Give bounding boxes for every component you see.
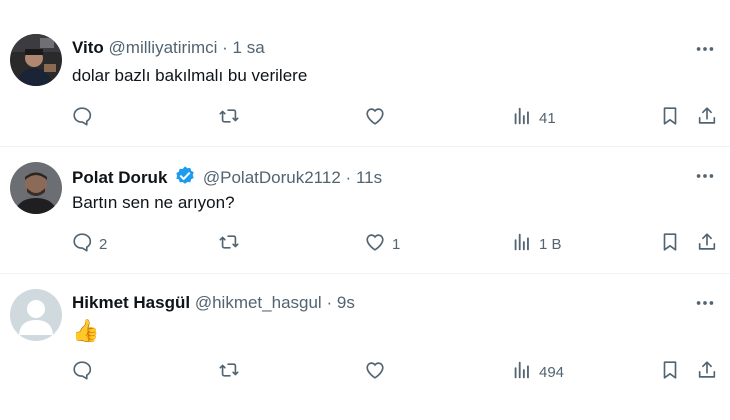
views-button[interactable]: 41 [511, 106, 556, 130]
bookmark-button[interactable] [659, 106, 681, 130]
reply-icon [71, 231, 93, 258]
reply-button[interactable] [71, 106, 99, 130]
share-button[interactable] [696, 360, 718, 384]
views-icon [511, 105, 533, 132]
more-icon[interactable] [694, 292, 716, 314]
tweet-1[interactable]: Vito @milliyatirimci · 1 sa dolar bazlı … [0, 0, 730, 147]
author-name[interactable]: Polat Doruk [72, 168, 167, 187]
retweet-button[interactable] [218, 232, 246, 256]
views-count: 1 B [539, 235, 562, 253]
tweet-text: dolar bazlı bakılmalı bu verilere [72, 66, 308, 85]
views-button[interactable]: 494 [511, 360, 564, 384]
views-count: 41 [539, 109, 556, 127]
reply-icon [71, 359, 93, 386]
reply-button[interactable] [71, 360, 99, 384]
bookmark-icon [659, 231, 681, 258]
avatar-image [10, 162, 62, 214]
like-icon [364, 231, 386, 258]
avatar-image [10, 34, 62, 86]
views-button[interactable]: 1 B [511, 232, 562, 256]
retweet-button[interactable] [218, 106, 246, 130]
like-button[interactable]: 1 [364, 232, 400, 256]
tweet-text: Bartın sen ne arıyon? [72, 193, 235, 212]
tweet-header: Vito @milliyatirimci · 1 sa [72, 37, 265, 59]
reply-icon [71, 105, 93, 132]
tweet-header: Hikmet Hasgül @hikmet_hasgul · 9s [72, 292, 355, 314]
avatar[interactable] [10, 162, 62, 214]
more-icon[interactable] [694, 165, 716, 187]
views-count: 494 [539, 363, 565, 381]
timestamp[interactable]: 1 sa [233, 38, 265, 57]
share-icon [696, 359, 718, 386]
bookmark-button[interactable] [659, 360, 681, 384]
tweet-2[interactable]: Polat Doruk @PolatDoruk2112 · 11s Bartın… [0, 147, 730, 274]
share-button[interactable] [696, 106, 718, 130]
like-button[interactable] [364, 106, 392, 130]
avatar[interactable] [10, 289, 62, 341]
retweet-icon [218, 105, 240, 132]
retweet-icon [218, 359, 240, 386]
tweet-3[interactable]: Hikmet Hasgül @hikmet_hasgul · 9s 👍 494 [0, 274, 730, 420]
bookmark-icon [659, 105, 681, 132]
author-handle[interactable]: @PolatDoruk2112 [203, 168, 341, 187]
action-bar: 2 1 1 B [0, 232, 730, 256]
author-handle[interactable]: @milliyatirimci [109, 38, 218, 57]
separator-dot: · [326, 293, 333, 312]
tweet-header: Polat Doruk @PolatDoruk2112 · 11s [72, 165, 382, 189]
more-icon[interactable] [694, 38, 716, 60]
separator-dot: · [222, 38, 228, 57]
author-handle[interactable]: @hikmet_hasgul [195, 293, 322, 312]
author-name[interactable]: Vito [72, 38, 104, 57]
like-icon [364, 359, 386, 386]
verified-badge-icon [174, 165, 196, 187]
retweet-button[interactable] [218, 360, 246, 384]
separator-dot: · [345, 168, 352, 187]
reply-count: 2 [99, 235, 108, 253]
views-icon [511, 231, 533, 258]
reply-button[interactable]: 2 [71, 232, 107, 256]
bookmark-icon [659, 359, 681, 386]
share-icon [696, 105, 718, 132]
share-icon [696, 231, 718, 258]
bookmark-button[interactable] [659, 232, 681, 256]
like-button[interactable] [364, 360, 392, 384]
timestamp[interactable]: 11s [356, 168, 382, 187]
author-name[interactable]: Hikmet Hasgül [72, 293, 190, 312]
default-avatar-image [10, 289, 62, 341]
like-count: 1 [392, 235, 401, 253]
avatar[interactable] [10, 34, 62, 86]
views-icon [511, 359, 533, 386]
retweet-icon [218, 231, 240, 258]
timestamp[interactable]: 9s [337, 293, 355, 312]
action-bar: 41 [0, 106, 730, 130]
action-bar: 494 [0, 360, 730, 384]
share-button[interactable] [696, 232, 718, 256]
like-icon [364, 105, 386, 132]
tweet-text: 👍 [72, 318, 100, 343]
